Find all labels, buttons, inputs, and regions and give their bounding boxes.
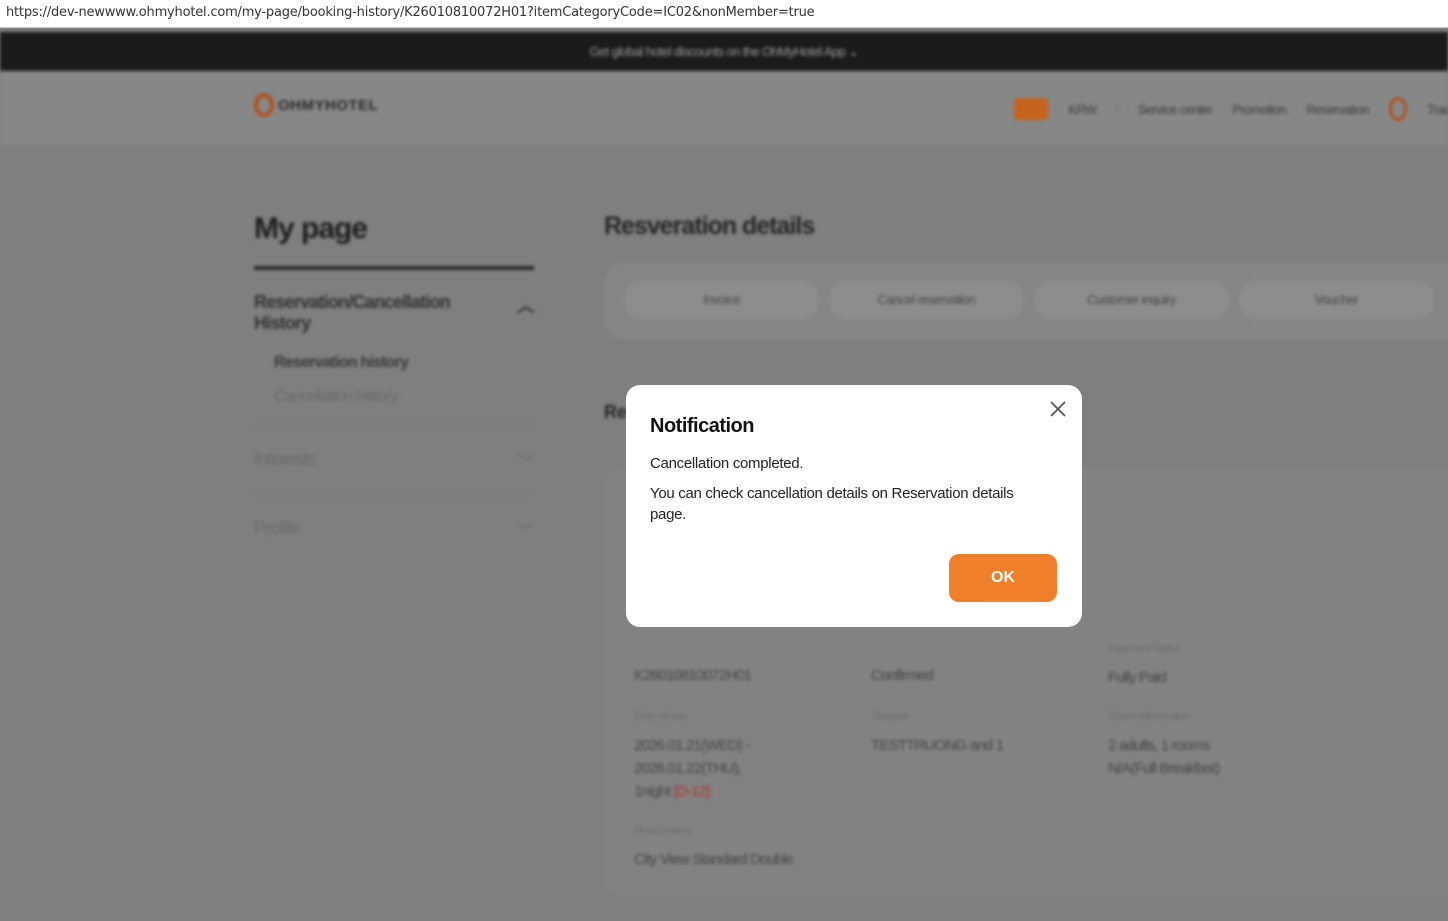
value: City View Standard Double <box>634 851 794 868</box>
room-name: Room name City View Standard Double <box>634 819 794 871</box>
nights: 1night <box>634 783 671 800</box>
value: TESTTRUONG and 1 <box>871 737 1004 754</box>
action-bar: Invoice Cancel reservation Customer inqu… <box>604 262 1448 340</box>
main-content: Resveration details Invoice Cancel reser… <box>604 212 1448 897</box>
top-nav: KRW Service center Promotion Reservation… <box>1014 97 1448 121</box>
modal-message-detail: You can check cancellation details on Re… <box>650 485 1014 523</box>
label: Payment Status <box>1108 641 1182 655</box>
promo-text: Get global hotel discounts on the OhMyHo… <box>589 44 846 59</box>
chevron-down-icon: ⌄ <box>848 44 859 59</box>
currency-flag-icon[interactable] <box>1014 98 1049 120</box>
value: 2026.01.22(THU), <box>634 760 742 777</box>
invoice-button[interactable]: Invoice <box>624 280 819 320</box>
reservation-status: Confirmed <box>871 667 934 684</box>
chevron-down-icon: ﹀ <box>516 453 535 473</box>
address-bar[interactable]: https://dev-newwww.ohmyhotel.com/my-page… <box>0 0 1448 28</box>
value: 2 adults, 1 rooms <box>1108 737 1210 754</box>
room-information: Room information 2 adults, 1 rooms N/A(Ful… <box>1108 705 1220 780</box>
item-label: Interests <box>254 449 317 469</box>
chevron-up-icon: ︿ <box>516 296 535 316</box>
currency-selector[interactable]: KRW <box>1068 102 1097 117</box>
user-avatar-icon[interactable] <box>1388 97 1407 121</box>
label: Room information <box>1108 709 1191 723</box>
page-title: Resveration details <box>604 212 815 240</box>
value: 2026.01.21(WED) - <box>634 737 750 754</box>
chevron-down-icon: ﹀ <box>516 522 535 542</box>
ok-button[interactable]: OK <box>949 554 1057 602</box>
cancel-reservation-button[interactable]: Cancel reservation <box>829 280 1024 320</box>
d-day-badge: [D-12] <box>673 783 710 800</box>
label: Room name <box>634 823 693 837</box>
label: Date of use <box>634 709 687 723</box>
item-label: Profile <box>254 518 300 538</box>
customer-inquiry-button[interactable]: Customer inquiry <box>1034 280 1229 320</box>
sidebar-group-reservation[interactable]: Reservation/Cancellation History ︿ <box>254 292 535 334</box>
divider <box>1116 102 1118 116</box>
value: Fully Paid <box>1108 669 1167 686</box>
section-title: Re <box>604 402 628 422</box>
notification-modal: Notification Cancellation completed. You… <box>626 385 1082 627</box>
nav-service-center[interactable]: Service center <box>1138 102 1213 117</box>
nav-promotion[interactable]: Promotion <box>1232 102 1286 117</box>
sidebar-item-profile[interactable]: Profile ﹀ <box>254 495 535 564</box>
site-header: OHMYHOTEL KRW Service center Promotion R… <box>0 71 1448 145</box>
voucher-button[interactable]: Voucher <box>1239 280 1434 320</box>
traveler: Traveler TESTTRUONG and 1 <box>871 705 1004 757</box>
logo-icon <box>254 93 274 117</box>
nav-reservation[interactable]: Reservation <box>1306 102 1369 117</box>
logo[interactable]: OHMYHOTEL <box>254 93 378 117</box>
group-label: Reservation/Cancellation History <box>254 292 451 333</box>
modal-title: Notification <box>650 415 755 437</box>
sidebar: My page Reservation/Cancellation History… <box>254 212 535 564</box>
value: N/A(Full Breakfast) <box>1108 760 1220 777</box>
reservation-number: K26010810072H01 <box>634 667 752 684</box>
sidebar-item-interests[interactable]: Interests ﹀ <box>254 426 535 495</box>
logo-text: OHMYHOTEL <box>278 96 379 114</box>
close-icon[interactable] <box>1048 399 1068 419</box>
modal-message: Cancellation completed. <box>650 455 804 472</box>
app-promo-bar[interactable]: Get global hotel discounts on the OhMyHo… <box>0 32 1448 71</box>
sidebar-title: My page <box>254 212 534 270</box>
user-name[interactable]: Tracy <box>1427 102 1448 117</box>
label: Traveler <box>871 709 909 723</box>
sidebar-item-reservation-history[interactable]: Reservation history <box>274 354 534 372</box>
date-of-use: Date of use 2026.01.21(WED) - 2026.01.22(T… <box>634 705 750 803</box>
sidebar-item-cancellation-history[interactable]: Cancellation history <box>274 388 534 406</box>
payment-status: Payment Status Fully Paid <box>1108 637 1182 689</box>
